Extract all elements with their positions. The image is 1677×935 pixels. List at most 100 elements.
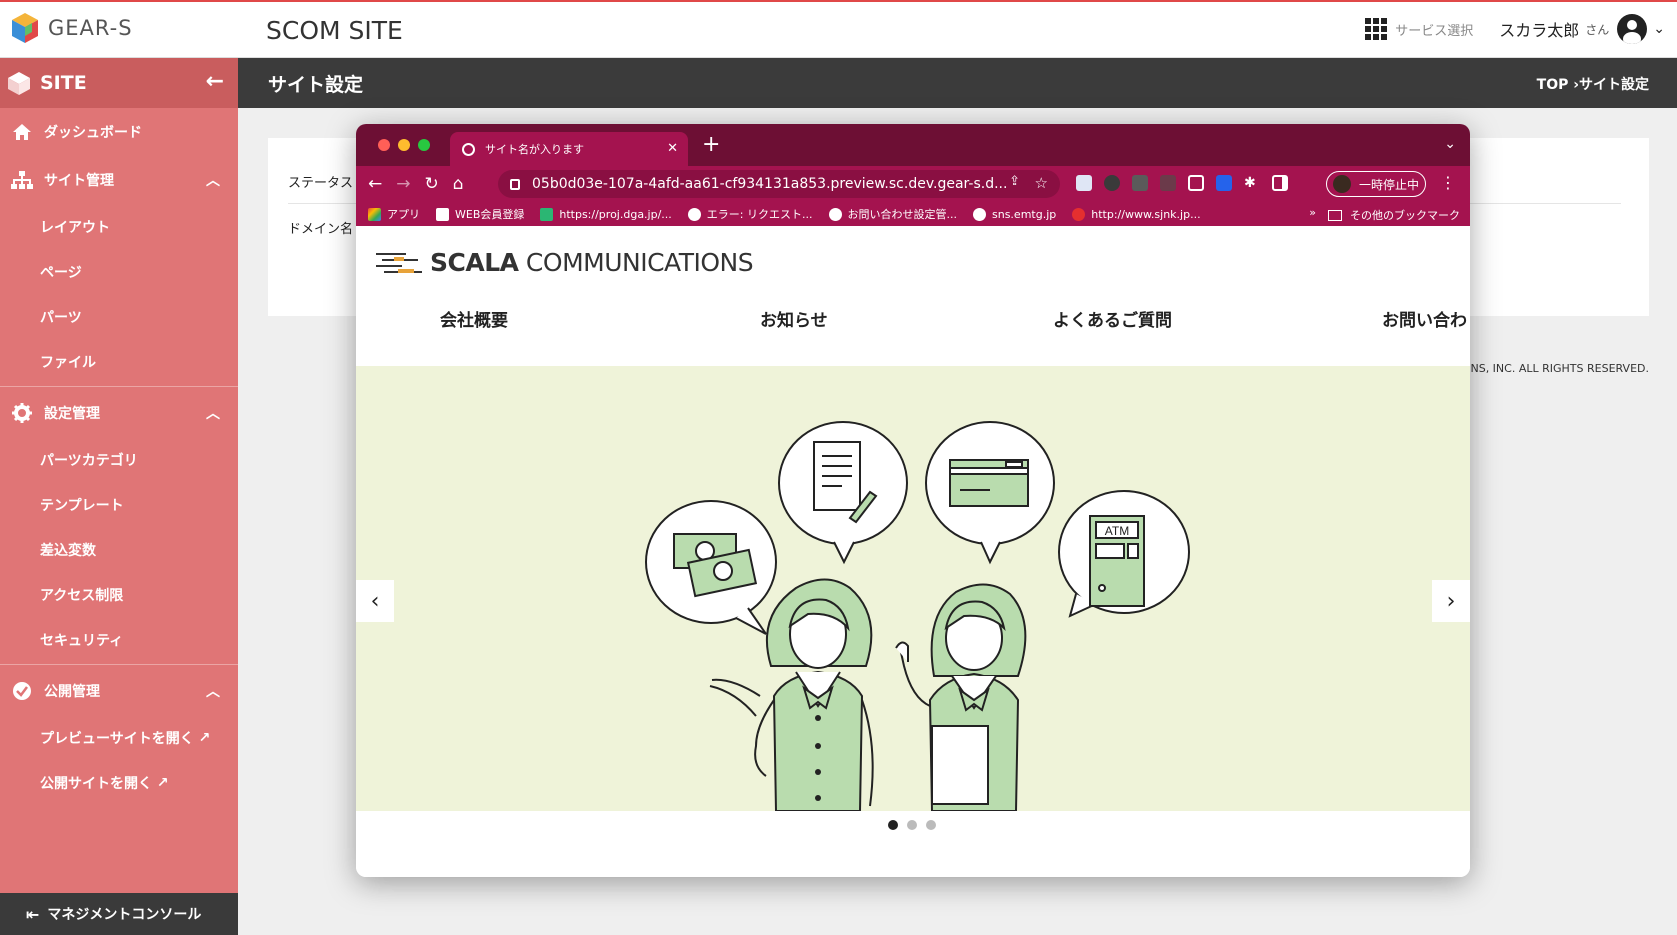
app-logo[interactable]: GEAR-S <box>10 12 133 44</box>
puzzle-icon[interactable]: ✱ <box>1244 175 1260 191</box>
sidebar-section-label: 設定管理 <box>44 406 100 422</box>
reload-icon[interactable]: ↻ <box>425 174 439 194</box>
sidebar-divider <box>0 664 238 665</box>
bookmark-item[interactable]: エラー: リクエスト... <box>687 206 813 222</box>
bookmarks-overflow-button[interactable]: » <box>1309 206 1316 219</box>
check-circle-icon <box>10 681 34 701</box>
carousel-next-button[interactable]: › <box>1432 580 1470 622</box>
sidebar-section-site-mgmt[interactable]: サイト管理 ︿ <box>0 156 238 204</box>
sidebar-item-variables[interactable]: 差込変数 <box>0 527 238 572</box>
kebab-menu-icon[interactable]: ⋮ <box>1440 173 1456 192</box>
url-text: 05b0d03e-107a-4afd-aa61-cf934131a853.pre… <box>532 176 1008 192</box>
chevron-down-icon[interactable]: ⌄ <box>1653 21 1665 37</box>
carousel-dot[interactable] <box>907 820 917 830</box>
carousel-prev-button[interactable]: ‹ <box>356 580 394 622</box>
forward-arrow-icon[interactable]: → <box>396 174 410 194</box>
sidepanel-icon[interactable] <box>1272 175 1288 191</box>
folder-icon <box>1328 209 1342 221</box>
arrow-left-icon[interactable]: ← <box>206 69 224 94</box>
star-icon[interactable]: ☆ <box>1035 174 1048 192</box>
b-icon <box>540 207 554 221</box>
home-icon[interactable]: ⌂ <box>453 174 464 194</box>
browser-preview-window[interactable]: サイト名が入ります ✕ + ⌄ ← → ↻ ⌂ 05b0d03e-107a-4a… <box>356 124 1470 877</box>
circle-icon <box>1072 207 1086 221</box>
sitemap-icon <box>10 170 34 190</box>
extension-m-icon[interactable] <box>1216 175 1232 191</box>
bookmark-label: エラー: リクエスト... <box>706 208 813 221</box>
chevron-up-icon[interactable]: ︿ <box>206 170 220 190</box>
site-nav-contact[interactable]: お問い合わ <box>1382 306 1467 331</box>
close-window-button[interactable] <box>378 139 390 151</box>
new-tab-button[interactable]: + <box>702 132 720 157</box>
sidebar-item-label: プレビューサイトを開く <box>40 730 194 747</box>
user-avatar-icon[interactable] <box>1617 14 1648 44</box>
window-controls <box>378 139 430 151</box>
sidebar-item-parts-category[interactable]: パーツカテゴリ <box>0 437 238 482</box>
extension-screenshot-icon[interactable] <box>1188 175 1204 191</box>
sidebar-item-open-public[interactable]: 公開サイトを開く ↗ <box>0 760 238 805</box>
site-nav-news[interactable]: お知らせ <box>760 306 828 331</box>
sidebar-section-settings[interactable]: 設定管理 ︿ <box>0 389 238 437</box>
back-arrow-icon[interactable]: ← <box>368 174 382 194</box>
globe-icon <box>687 207 701 221</box>
bookmark-item[interactable]: https://proj.dga.jp/... <box>540 207 672 221</box>
site-nav-company[interactable]: 会社概要 <box>440 306 508 331</box>
carousel-indicators <box>888 820 936 830</box>
close-icon[interactable]: ✕ <box>667 141 678 156</box>
field-label-status: ステータス <box>288 176 354 191</box>
breadcrumb[interactable]: TOP ›サイト設定 <box>1537 74 1649 94</box>
extension-icon[interactable] <box>1076 175 1092 191</box>
sidebar-item-security[interactable]: セキュリティ <box>0 617 238 662</box>
management-console-label: マネジメントコンソール <box>47 907 202 923</box>
tab-search-chevron-icon[interactable]: ⌄ <box>1444 136 1456 152</box>
sidebar-item-dashboard[interactable]: ダッシュボード <box>0 108 238 156</box>
chevron-up-icon[interactable]: ︿ <box>206 403 220 423</box>
minimize-window-button[interactable] <box>398 139 410 151</box>
extension-qr-icon[interactable] <box>1132 175 1148 191</box>
carousel-dot[interactable] <box>926 820 936 830</box>
bookmark-item[interactable]: アプリ <box>368 206 420 222</box>
extension-off-icon[interactable] <box>1104 175 1120 191</box>
user-name[interactable]: スカラ太郎 <box>1499 17 1579 41</box>
external-link-icon: ↗ <box>198 729 211 746</box>
sidebar-item-template[interactable]: テンプレート <box>0 482 238 527</box>
bookmark-item[interactable]: sns.emtg.jp <box>973 207 1056 221</box>
address-bar[interactable]: 05b0d03e-107a-4afd-aa61-cf934131a853.pre… <box>498 170 1060 198</box>
bookmark-item[interactable]: WEB会員登録 <box>436 206 524 222</box>
sidebar-section-publish[interactable]: 公開管理 ︿ <box>0 667 238 715</box>
carousel-dot[interactable] <box>888 820 898 830</box>
afx-icon <box>436 207 449 221</box>
bookmark-item[interactable]: http://www.sjnk.jp... <box>1072 207 1201 221</box>
bookmark-label: その他のブックマーク <box>1350 209 1460 222</box>
profile-paused-button[interactable]: 一時停止中 <box>1326 171 1426 197</box>
bookmark-item[interactable]: お問い合わせ設定管... <box>828 206 957 222</box>
sidebar-item-access[interactable]: アクセス制限 <box>0 572 238 617</box>
paused-label: 一時停止中 <box>1359 177 1420 192</box>
extension-icon[interactable] <box>1160 175 1176 191</box>
sidebar-item-layout[interactable]: レイアウト <box>0 204 238 249</box>
sidebar-item-page[interactable]: ページ <box>0 249 238 294</box>
share-icon[interactable]: ⇪ <box>1009 174 1020 189</box>
sidebar-divider <box>0 386 238 387</box>
scala-logo[interactable]: SCALA COMMUNICATIONS <box>376 248 754 277</box>
gear-s-logo-icon <box>12 13 38 43</box>
management-console-button[interactable]: ⇤ マネジメントコンソール <box>0 893 238 935</box>
sidebar-item-file[interactable]: ファイル <box>0 339 238 384</box>
sidebar-item-open-preview[interactable]: プレビューサイトを開く ↗ <box>0 715 238 760</box>
apps-grid-icon[interactable] <box>1365 18 1388 40</box>
sidebar-section-label: 公開管理 <box>44 684 100 700</box>
other-bookmarks[interactable]: その他のブックマーク <box>1328 207 1460 223</box>
copyright-text: TIONS, INC. ALL RIGHTS RESERVED. <box>1451 362 1649 375</box>
maximize-window-button[interactable] <box>418 139 430 151</box>
brand-name-bold: SCALA <box>430 248 519 277</box>
service-select-link[interactable]: サービス選択 <box>1395 20 1473 39</box>
sidebar-item-parts[interactable]: パーツ <box>0 294 238 339</box>
hero-carousel: ATM ‹ › <box>356 366 1470 811</box>
sidebar-header-label: SITE <box>40 72 87 94</box>
globe-icon <box>462 142 475 156</box>
scala-logo-mark-icon <box>376 252 422 273</box>
browser-tab[interactable]: サイト名が入ります ✕ <box>450 132 688 166</box>
site-nav-faq[interactable]: よくあるご質問 <box>1053 306 1172 331</box>
sidebar-header: SITE ← <box>0 58 238 108</box>
chevron-up-icon[interactable]: ︿ <box>206 681 220 701</box>
